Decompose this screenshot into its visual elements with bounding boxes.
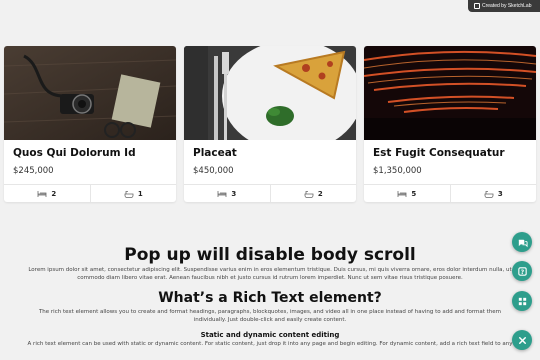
bath-icon xyxy=(484,190,494,198)
created-by-badge[interactable]: Created by SketchLab xyxy=(468,0,540,12)
help-icon: ? xyxy=(517,266,527,275)
rich-text-paragraph: The rich text element allows you to crea… xyxy=(38,309,502,323)
bedrooms-count: 5 xyxy=(411,189,417,198)
bedrooms: 3 xyxy=(184,185,270,202)
grid-icon xyxy=(518,297,526,305)
bedrooms-count: 3 xyxy=(231,189,237,198)
grid-button[interactable] xyxy=(512,291,532,311)
listing-price: $450,000 xyxy=(193,166,234,176)
bedrooms-count: 2 xyxy=(51,189,57,198)
bed-icon xyxy=(217,190,227,197)
listing-image xyxy=(4,46,176,140)
bed-icon xyxy=(37,190,47,197)
help-button[interactable]: ? xyxy=(512,261,532,281)
rich-text-content: Pop up will disable body scroll Lorem ip… xyxy=(0,244,540,348)
bathrooms-count: 1 xyxy=(137,189,143,198)
bed-icon xyxy=(397,190,407,197)
listing-meta: 3 2 xyxy=(184,184,356,202)
bathrooms: 2 xyxy=(269,185,357,202)
listing-image xyxy=(184,46,356,140)
listing-title[interactable]: Quos Qui Dolorum Id xyxy=(13,147,136,159)
tail-paragraph: A rich text element can be used with sta… xyxy=(27,341,513,347)
listing-card[interactable]: Placeat $450,000 3 2 xyxy=(184,46,356,202)
close-icon xyxy=(518,336,526,344)
sketchlab-logo-icon xyxy=(474,3,480,9)
close-button[interactable] xyxy=(512,330,532,350)
static-dynamic-heading: Static and dynamic content editing xyxy=(200,331,340,339)
bathrooms-count: 3 xyxy=(497,189,503,198)
listing-meta: 5 3 xyxy=(364,184,536,202)
bath-icon xyxy=(124,190,134,198)
listing-cards: Quos Qui Dolorum Id $245,000 2 1 Placeat… xyxy=(4,46,536,202)
listing-price: $1,350,000 xyxy=(373,166,422,176)
popup-heading: Pop up will disable body scroll xyxy=(124,245,416,265)
bathrooms-count: 2 xyxy=(317,189,323,198)
badge-label: Created by SketchLab xyxy=(482,3,532,9)
bedrooms: 2 xyxy=(4,185,90,202)
listing-price: $245,000 xyxy=(13,166,54,176)
chat-icon xyxy=(518,239,528,247)
listing-meta: 2 1 xyxy=(4,184,176,202)
svg-text:?: ? xyxy=(520,268,524,275)
rich-text-heading: What’s a Rich Text element? xyxy=(158,290,382,306)
bathrooms: 1 xyxy=(89,185,177,202)
listing-title[interactable]: Est Fugit Consequatur xyxy=(373,147,505,159)
bath-icon xyxy=(304,190,314,198)
bathrooms: 3 xyxy=(449,185,537,202)
listing-image xyxy=(364,46,536,140)
intro-paragraph: Lorem ipsum dolor sit amet, consectetur … xyxy=(28,267,512,281)
bedrooms: 5 xyxy=(364,185,450,202)
listing-card[interactable]: Quos Qui Dolorum Id $245,000 2 1 xyxy=(4,46,176,202)
listing-title[interactable]: Placeat xyxy=(193,147,237,159)
listing-card[interactable]: Est Fugit Consequatur $1,350,000 5 3 xyxy=(364,46,536,202)
chat-button[interactable] xyxy=(512,232,532,252)
